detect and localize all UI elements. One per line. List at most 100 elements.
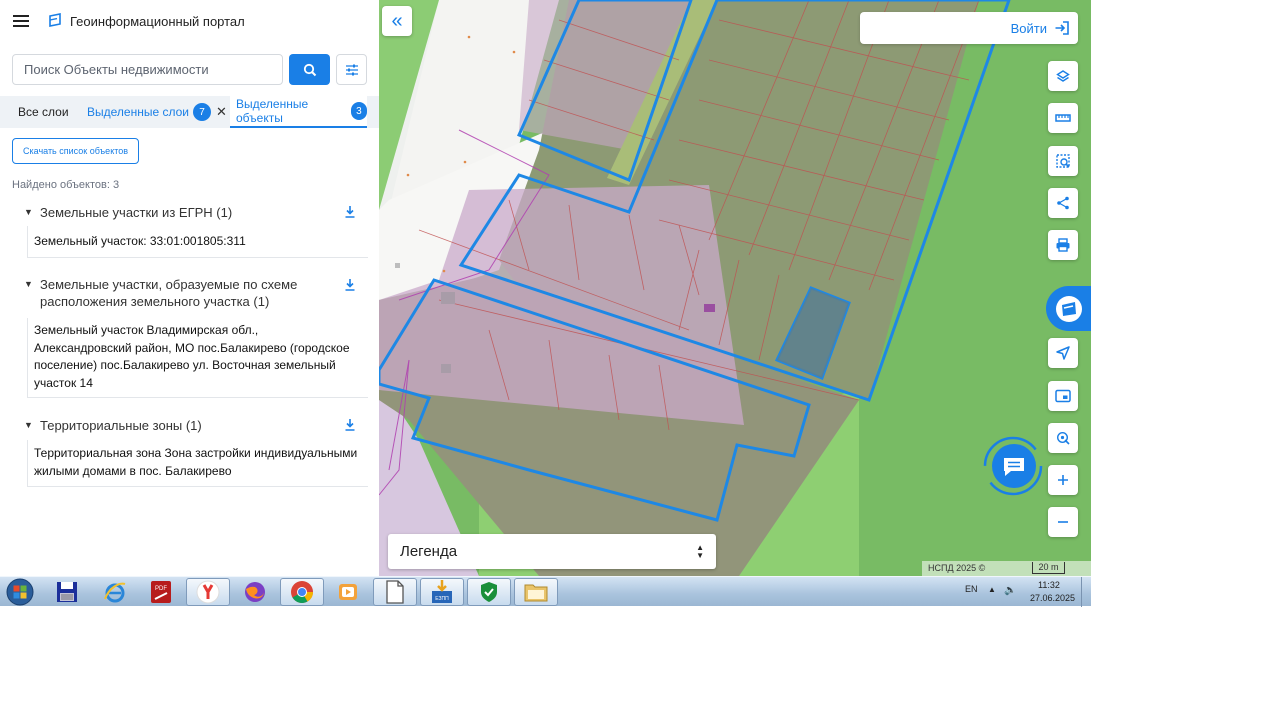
- download-icon[interactable]: [343, 205, 357, 219]
- share-button[interactable]: [1048, 188, 1078, 218]
- clock-time[interactable]: 11:32: [1038, 580, 1060, 590]
- chevron-down-icon: ▼: [24, 207, 33, 217]
- group-title: Территориальные зоны (1): [40, 418, 202, 433]
- tab-label: Все слои: [18, 105, 69, 119]
- tab-all-layers[interactable]: Все слои: [18, 96, 69, 128]
- list-item[interactable]: Территориальная зона Зона застройки инди…: [27, 440, 368, 487]
- list-item[interactable]: Земельный участок: 33:01:001805:311: [27, 226, 368, 258]
- group-title-line: Земельные участки, образуемые по схеме: [40, 277, 298, 292]
- taskbar-yandex-browser[interactable]: [186, 578, 230, 606]
- chat-icon: [983, 436, 1043, 496]
- navigate-button[interactable]: [1048, 338, 1078, 368]
- pdf-icon: PDF: [151, 581, 171, 603]
- svg-text:PDF: PDF: [155, 586, 167, 592]
- taskbar: PDF ЕЗПП EN ▲ 🔈 11:32 27.06.2025: [0, 576, 1091, 607]
- download-icon[interactable]: [343, 278, 357, 292]
- print-button[interactable]: [1048, 230, 1078, 260]
- filter-button[interactable]: [336, 54, 367, 85]
- start-button[interactable]: [2, 578, 38, 606]
- internet-explorer-icon: [104, 582, 126, 603]
- taskbar-internet-explorer[interactable]: [93, 578, 137, 606]
- select-area-icon: [1056, 154, 1070, 168]
- login-button[interactable]: Войти: [860, 12, 1078, 44]
- layers-icon: [1056, 70, 1070, 82]
- close-icon[interactable]: ✕: [216, 104, 227, 120]
- speaker-icon[interactable]: 🔈: [1004, 585, 1016, 596]
- language-indicator[interactable]: EN: [965, 584, 978, 594]
- show-desktop-button[interactable]: [1081, 577, 1091, 607]
- download-list-button[interactable]: Скачать список объектов: [12, 138, 140, 164]
- taskbar-security[interactable]: [467, 578, 511, 606]
- tab-selected-objects[interactable]: Выделенные объекты 3: [230, 96, 367, 128]
- scale-bar: 20 m: [1032, 562, 1065, 574]
- tab-selected-layers[interactable]: Выделенные слои 7 ✕: [87, 96, 227, 128]
- chevron-down-icon: ▼: [24, 420, 33, 430]
- header: Геоинформационный портал: [0, 0, 379, 44]
- yandex-browser-icon: [196, 580, 220, 604]
- chat-button[interactable]: [983, 436, 1043, 496]
- group-title: Земельные участки из ЕГРН (1): [40, 205, 233, 220]
- taskbar-eshp[interactable]: ЕЗПП: [420, 578, 464, 606]
- minimap-icon: [1055, 389, 1071, 403]
- zoom-out-button[interactable]: [1048, 507, 1078, 537]
- item-text-line: жилыми домами в пос. Балакирево: [34, 463, 232, 478]
- ruler-icon: [1055, 114, 1071, 122]
- collapse-sidebar-button[interactable]: «: [382, 6, 412, 36]
- login-label: Войти: [1010, 20, 1047, 36]
- eshp-icon: ЕЗПП: [432, 580, 452, 603]
- download-icon[interactable]: [343, 418, 357, 432]
- shield-icon: [481, 582, 497, 602]
- taskbar-firefox[interactable]: [233, 578, 277, 606]
- taskbar-file-manager[interactable]: [45, 578, 89, 606]
- tab-label: Выделенные слои: [87, 105, 189, 119]
- group-header-egrn[interactable]: ▼ Земельные участки из ЕГРН (1): [24, 204, 232, 221]
- geo-logo-icon: [1055, 295, 1082, 322]
- count-badge: 3: [350, 102, 367, 120]
- group-title: Земельные участки, образуемые по схеме р…: [40, 276, 297, 310]
- taskbar-chrome[interactable]: [280, 578, 324, 606]
- taskbar-media-player[interactable]: [326, 578, 370, 606]
- share-icon: [1057, 196, 1069, 210]
- geo-service-button[interactable]: [1046, 286, 1091, 331]
- file-manager-icon: [57, 582, 77, 602]
- navigate-icon: [1056, 346, 1070, 360]
- app-title: Геоинформационный портал: [70, 14, 245, 29]
- chrome-icon: [291, 581, 313, 603]
- search-input[interactable]: [12, 54, 283, 85]
- layers-button[interactable]: [1048, 61, 1078, 91]
- clock-date[interactable]: 27.06.2025: [1030, 593, 1075, 603]
- legend-label: Легенда: [400, 543, 458, 560]
- select-area-button[interactable]: [1048, 146, 1078, 176]
- map-canvas[interactable]: « Войти Легенда ▲ ▼ НСПД 2025 © 20 m: [379, 0, 1091, 576]
- sort-arrows-icon: ▲ ▼: [696, 542, 704, 560]
- folder-icon: [524, 584, 548, 602]
- taskbar-document[interactable]: [373, 578, 417, 606]
- zoom-out-icon: [1058, 521, 1068, 523]
- item-text-line: Земельный участок Владимирская обл.,: [34, 323, 259, 337]
- tray-expand-icon[interactable]: ▲: [988, 585, 996, 594]
- filter-sliders-icon: [345, 64, 358, 75]
- list-item[interactable]: Земельный участок Владимирская обл., Але…: [27, 318, 368, 398]
- media-player-icon: [339, 584, 357, 600]
- zoom-in-icon: [1058, 475, 1068, 485]
- taskbar-pdf[interactable]: PDF: [139, 578, 183, 606]
- system-tray: EN ▲ 🔈 11:32 27.06.2025: [956, 577, 1091, 607]
- location-button[interactable]: [1048, 423, 1078, 453]
- found-count: Найдено объектов: 3: [12, 179, 120, 191]
- group-header-scheme[interactable]: ▼ Земельные участки, образуемые по схеме…: [24, 276, 297, 310]
- taskbar-folder[interactable]: [514, 578, 558, 606]
- item-text-line: Территориальная зона Зона застройки инди…: [34, 446, 358, 460]
- document-icon: [386, 580, 404, 604]
- group-header-zones[interactable]: ▼ Территориальные зоны (1): [24, 417, 202, 434]
- minimap-button[interactable]: [1048, 381, 1078, 411]
- map-attribution: НСПД 2025 © 20 m: [922, 561, 1091, 576]
- sidebar: Геоинформационный портал Все слои Выделе…: [0, 0, 379, 576]
- search-button[interactable]: [289, 54, 330, 85]
- legend-dropdown[interactable]: Легенда ▲ ▼: [388, 534, 716, 569]
- item-text: Земельный участок: 33:01:001805:311: [34, 234, 246, 248]
- count-badge: 7: [192, 103, 211, 121]
- zoom-in-button[interactable]: [1048, 465, 1078, 495]
- menu-icon[interactable]: [13, 15, 29, 27]
- print-icon: [1056, 238, 1070, 252]
- measure-button[interactable]: [1048, 103, 1078, 133]
